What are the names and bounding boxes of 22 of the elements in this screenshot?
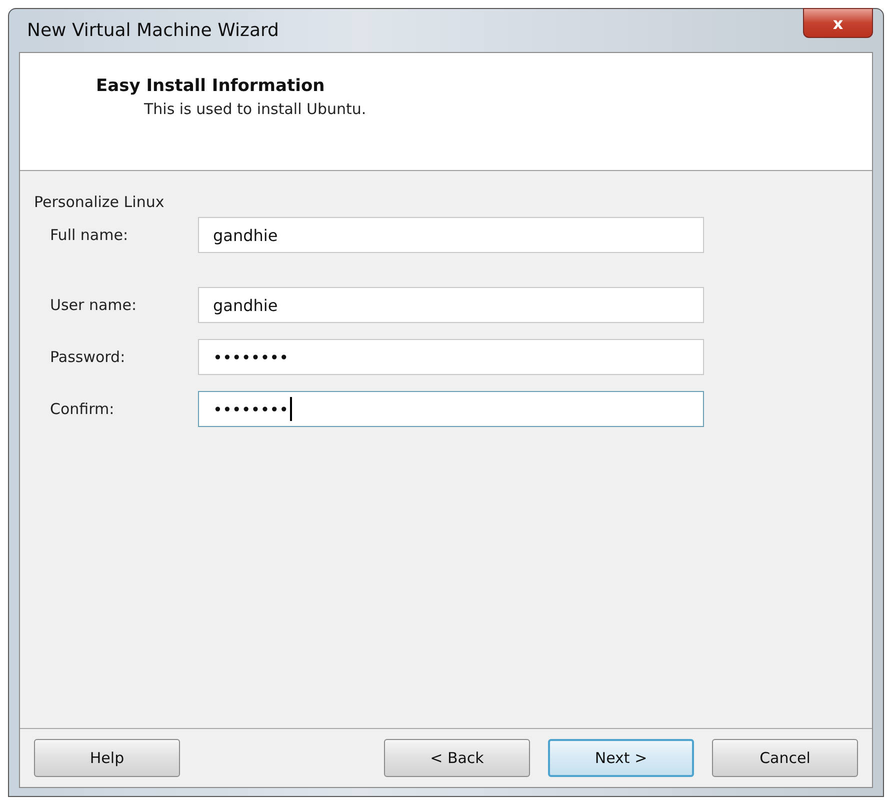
group-label: Personalize Linux [34, 193, 166, 211]
window-title: New Virtual Machine Wizard [26, 20, 279, 41]
input-field[interactable]: gandhie [198, 217, 704, 253]
field-label: Full name: [50, 226, 130, 244]
field-value: •••••••• [213, 400, 288, 418]
dialog-button[interactable]: < Back [384, 739, 530, 777]
input-field[interactable]: •••••••• [198, 391, 704, 427]
page-title: Easy Install Information [96, 76, 326, 96]
input-field[interactable]: •••••••• [198, 339, 704, 375]
field-value: •••••••• [213, 348, 288, 366]
dialog-button[interactable]: Next > [548, 739, 694, 777]
field-label: Password: [50, 348, 126, 366]
field-label: User name: [50, 296, 138, 314]
input-field[interactable]: gandhie [198, 287, 704, 323]
page-subtitle: This is used to install Ubuntu. [144, 100, 368, 118]
field-label: Confirm: [50, 400, 116, 418]
close-button[interactable]: x [803, 8, 873, 38]
field-value: gandhie [213, 296, 278, 314]
text-caret [290, 397, 292, 421]
field-value: gandhie [213, 226, 278, 244]
dialog-button[interactable]: Help [34, 739, 180, 777]
dialog-button[interactable]: Cancel [712, 739, 858, 777]
